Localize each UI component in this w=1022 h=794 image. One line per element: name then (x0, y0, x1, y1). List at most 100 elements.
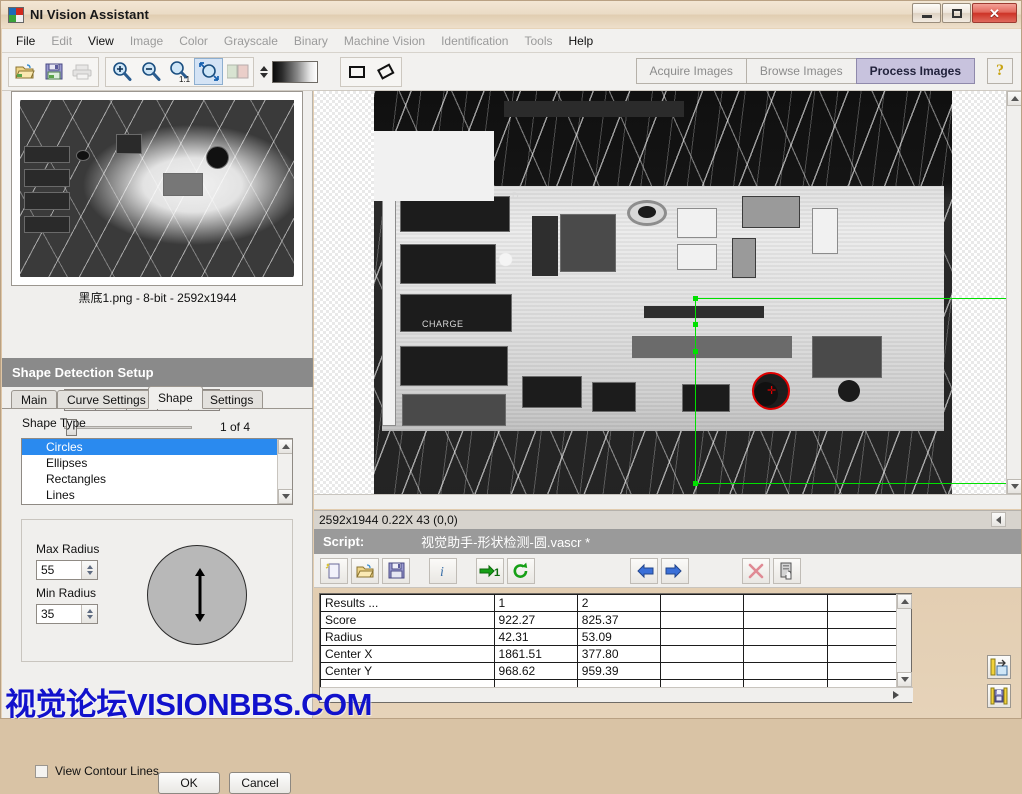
max-radius-down-icon[interactable] (86, 571, 93, 575)
step-back-icon[interactable] (630, 557, 658, 584)
list-item-lines[interactable]: Lines (22, 487, 292, 503)
menu-color[interactable]: Color (171, 31, 216, 51)
image-vertical-scrollbar[interactable] (1006, 91, 1021, 494)
forum-watermark: 视觉论坛VISIONBBS.COM (5, 687, 372, 722)
palette-down-icon[interactable] (260, 72, 268, 78)
palette-up-icon[interactable] (260, 65, 268, 71)
tab-shape[interactable]: Shape (148, 386, 203, 409)
help-button[interactable]: ? (987, 58, 1013, 84)
roi-tool-group (340, 56, 402, 87)
run-continuous-icon[interactable] (507, 557, 535, 584)
row-label-radius: Radius (320, 628, 495, 646)
menu-image[interactable]: Image (122, 31, 171, 51)
save-results-icon[interactable] (987, 684, 1011, 708)
center-y-value-4 (743, 662, 828, 680)
results-panel[interactable]: Results ... 1 2 Score 922.27 825.37 Radi… (319, 593, 913, 703)
menu-edit[interactable]: Edit (43, 31, 80, 51)
zoom-fit-icon[interactable] (194, 58, 223, 85)
tab-main[interactable]: Main (11, 390, 58, 409)
menu-help[interactable]: Help (561, 31, 602, 51)
run-once-icon[interactable]: 1 (476, 557, 504, 584)
max-radius-up-icon[interactable] (86, 565, 93, 569)
mode-tab-bar: Acquire Images Browse Images Process Ima… (635, 58, 975, 84)
list-item-ellipses[interactable]: Ellipses (22, 455, 292, 471)
save-image-icon[interactable] (39, 58, 68, 85)
tab-process-images[interactable]: Process Images (855, 58, 975, 84)
scroll-up-icon[interactable] (278, 439, 292, 454)
menu-view[interactable]: View (80, 31, 122, 51)
radius-value-1: 42.31 (493, 628, 578, 646)
menu-grayscale[interactable]: Grayscale (216, 31, 286, 51)
setup-panel-title: Shape Detection Setup (12, 365, 154, 380)
table-row[interactable]: Center Y 968.62 959.39 (320, 662, 912, 680)
application-window: NI Vision Assistant ✕ File Edit View Ima… (0, 0, 1022, 794)
results-horizontal-scrollbar[interactable] (320, 687, 913, 702)
max-radius-value[interactable]: 55 (37, 561, 81, 579)
close-button[interactable]: ✕ (972, 3, 1017, 23)
table-row[interactable]: Radius 42.31 53.09 (320, 628, 912, 646)
main-toolbar: 1:1 Acquire Images Browse Images Process… (2, 53, 1021, 91)
results-table: Results ... 1 2 Score 922.27 825.37 Radi… (320, 594, 912, 697)
script-info-icon[interactable]: i (429, 557, 457, 584)
tab-settings[interactable]: Settings (200, 390, 264, 409)
rectangle-tool-icon[interactable] (342, 58, 371, 85)
min-radius-value[interactable]: 35 (37, 605, 81, 623)
image-thumbnail-box[interactable] (11, 91, 303, 286)
results-scroll-up-icon[interactable] (897, 594, 912, 609)
open-image-icon[interactable] (10, 58, 39, 85)
zoom-out-icon[interactable] (136, 58, 165, 85)
tab-acquire-images[interactable]: Acquire Images (635, 58, 746, 84)
radius-value-3 (660, 628, 745, 646)
list-item-circles[interactable]: Circles (22, 439, 292, 455)
min-radius-up-icon[interactable] (86, 609, 93, 613)
cancel-button[interactable]: Cancel (229, 772, 291, 794)
scroll-down-icon[interactable] (278, 489, 292, 504)
tab-browse-images[interactable]: Browse Images (745, 58, 856, 84)
shape-type-label: Shape Type (22, 416, 86, 430)
menu-identification[interactable]: Identification (433, 31, 516, 51)
maximize-button[interactable] (942, 3, 971, 23)
open-script-icon[interactable] (351, 557, 379, 584)
menu-tools[interactable]: Tools (516, 31, 560, 51)
zoom-actual-size-icon[interactable]: 1:1 (165, 58, 194, 85)
menu-bar: File Edit View Image Color Grayscale Bin… (2, 29, 1021, 53)
image-display-area[interactable]: CHARGE D ✛ ✛ (314, 91, 1021, 509)
image-horizontal-scrollbar[interactable] (314, 494, 1021, 509)
roi-rectangle[interactable] (693, 296, 1021, 486)
max-radius-spin-buttons[interactable] (81, 561, 97, 579)
thumbnail-image (20, 100, 294, 277)
grayscale-palette-strip[interactable] (272, 60, 318, 83)
menu-machine-vision[interactable]: Machine Vision (336, 31, 433, 51)
min-radius-spin-buttons[interactable] (81, 605, 97, 623)
export-results-to-table-icon[interactable] (987, 655, 1011, 679)
circle-descriptor-group: Max Radius 55 Min Radius 35 (21, 519, 293, 662)
save-script-icon[interactable] (382, 557, 410, 584)
table-row[interactable]: Score 922.27 825.37 (320, 611, 912, 629)
shape-list-scrollbar[interactable] (277, 439, 292, 504)
shape-type-list[interactable]: Circles Ellipses Rectangles Lines (21, 438, 293, 505)
menu-binary[interactable]: Binary (286, 31, 336, 51)
min-radius-down-icon[interactable] (86, 615, 93, 619)
list-item-rectangles[interactable]: Rectangles (22, 471, 292, 487)
table-row[interactable]: Center X 1861.51 377.80 (320, 645, 912, 663)
tab-curve-settings[interactable]: Curve Settings (57, 390, 156, 409)
palette-spinner[interactable] (260, 65, 268, 78)
max-radius-stepper[interactable]: 55 (36, 560, 98, 580)
radius-value-4 (743, 628, 828, 646)
image-scroll-up-icon[interactable] (1007, 91, 1021, 106)
results-vertical-scrollbar[interactable] (896, 594, 912, 687)
rotated-rectangle-tool-icon[interactable] (371, 58, 400, 85)
minimize-button[interactable] (912, 3, 941, 23)
results-scroll-down-icon[interactable] (897, 672, 912, 687)
view-contour-lines-checkbox[interactable] (35, 765, 48, 778)
copy-step-icon[interactable] (773, 557, 801, 584)
min-radius-stepper[interactable]: 35 (36, 604, 98, 624)
image-scroll-down-icon[interactable] (1007, 479, 1021, 494)
ok-button[interactable]: OK (158, 772, 220, 794)
menu-file[interactable]: File (8, 31, 43, 51)
new-script-icon[interactable] (320, 557, 348, 584)
svg-text:1: 1 (494, 567, 500, 579)
zoom-in-icon[interactable] (107, 58, 136, 85)
step-forward-icon[interactable] (661, 557, 689, 584)
status-scroll-left-icon[interactable] (991, 512, 1006, 527)
